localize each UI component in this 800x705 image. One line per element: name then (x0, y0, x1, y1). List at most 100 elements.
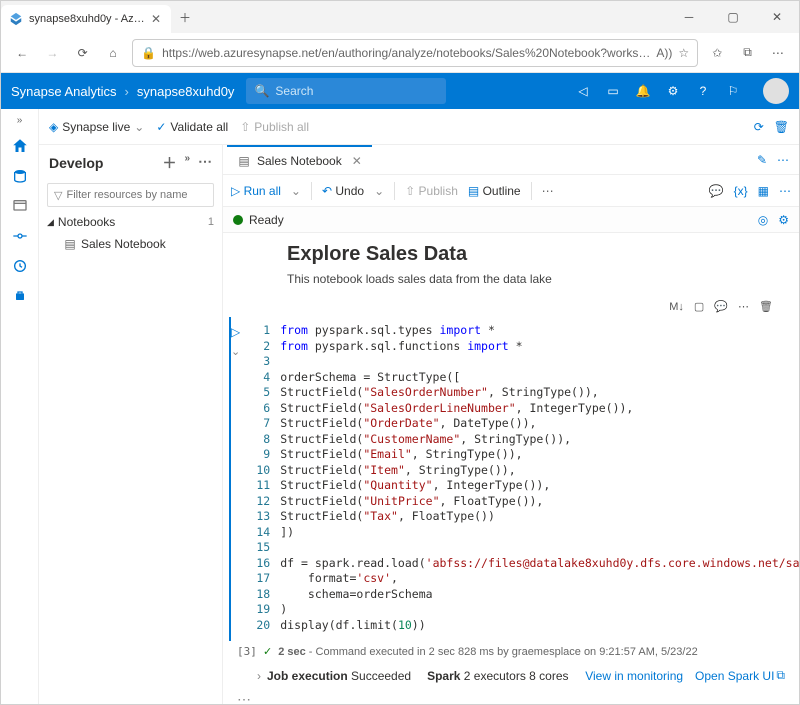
back-button[interactable]: ← (11, 40, 33, 66)
chevron-down-icon[interactable]: ⌄ (374, 184, 384, 198)
add-button[interactable]: ＋ (162, 153, 176, 173)
delete-cell-icon[interactable]: 🗑 (759, 300, 773, 313)
cell-more-icon[interactable]: ⋯ (227, 691, 795, 704)
breadcrumb-workspace[interactable]: synapse8xuhd0y (137, 84, 235, 99)
notebooks-group[interactable]: ◢ Notebooks 1 (39, 211, 222, 233)
gear-icon[interactable]: ⚙ (665, 83, 681, 99)
close-window-button[interactable]: ✕ (755, 1, 799, 33)
refresh-button[interactable]: ⟳ (72, 40, 94, 66)
chevron-down-icon[interactable]: ⌄ (291, 184, 301, 198)
app-header: Synapse Analytics › synapse8xuhd0y 🔍 ◁ ▭… (1, 73, 799, 109)
read-aloud-icon[interactable]: A)) (656, 46, 672, 60)
collections-icon[interactable]: ⧉ (736, 40, 758, 66)
notifications-icon[interactable]: 🔔 (635, 83, 651, 99)
more-icon[interactable]: ⋯ (198, 153, 212, 173)
browser-address-bar: ← → ⟳ ⌂ 🔒 https://web.azuresynapse.net/e… (1, 33, 799, 73)
filter-icon: ▽ (54, 189, 62, 202)
comment-icon[interactable]: 💬 (714, 300, 728, 313)
notebook-icon: ▤ (63, 237, 77, 251)
refresh-icon[interactable]: ⟳ (754, 120, 764, 134)
rail-manage-icon[interactable] (10, 286, 30, 306)
url-text: https://web.azuresynapse.net/en/authorin… (162, 46, 650, 60)
rail-integrate-icon[interactable] (10, 226, 30, 246)
variables-icon[interactable]: {x} (734, 184, 748, 198)
undo-button[interactable]: ↶ Undo (322, 184, 364, 198)
breadcrumb-root[interactable]: Synapse Analytics (11, 84, 117, 99)
more-icon[interactable]: ⋯ (542, 184, 554, 198)
minimize-button[interactable]: ─ (667, 1, 711, 33)
url-box[interactable]: 🔒 https://web.azuresynapse.net/en/author… (132, 39, 698, 67)
gear-icon[interactable]: ⚙ (778, 213, 789, 227)
view-monitoring-link[interactable]: View in monitoring (585, 668, 683, 683)
synapse-live-button[interactable]: ◈ Synapse live ⌄ (49, 120, 144, 134)
run-all-button[interactable]: ▷ Run all (231, 184, 281, 198)
feedback-icon[interactable]: ◁ (575, 83, 591, 99)
convert-md-button[interactable]: M↓ (669, 300, 684, 313)
markdown-cell[interactable]: Explore Sales Data This notebook loads s… (227, 239, 795, 296)
close-icon[interactable]: ✕ (151, 12, 161, 26)
command-bar: ◈ Synapse live ⌄ ✓ Validate all ⇧ Publis… (39, 109, 799, 145)
global-search[interactable]: 🔍 (246, 78, 446, 104)
filter-box[interactable]: ▽ (47, 183, 214, 207)
browser-tab[interactable]: synapse8xuhd0y - Azure Synaps ✕ (1, 5, 171, 33)
browser-titlebar: synapse8xuhd0y - Azure Synaps ✕ ＋ ─ ▢ ✕ (1, 1, 799, 33)
code-editor[interactable]: 1from pyspark.sql.types import *2from py… (240, 321, 799, 635)
develop-pane: Develop ＋ » ⋯ ▽ ◢ Notebooks (39, 145, 223, 704)
run-cell-button[interactable]: ▷ (231, 325, 240, 339)
new-tab-button[interactable]: ＋ (171, 9, 199, 26)
job-row: › Job execution Succeeded Spark 2 execut… (227, 664, 795, 691)
more-icon[interactable]: ⋯ (777, 153, 789, 167)
chevron-right-icon: › (125, 84, 129, 99)
home-icon[interactable]: ⌂ (102, 40, 124, 66)
rail-home-icon[interactable] (10, 136, 30, 156)
open-spark-ui-link[interactable]: Open Spark UI ⧉ (695, 668, 785, 683)
breadcrumb: Synapse Analytics › synapse8xuhd0y (11, 84, 234, 99)
status-text: Ready (249, 213, 284, 227)
whatsnew-icon[interactable]: ⚐ (725, 83, 741, 99)
notebook-document: Explore Sales Data This notebook loads s… (223, 233, 799, 704)
tab-sales-notebook[interactable]: ▤ Sales Notebook ✕ (227, 145, 372, 175)
avatar[interactable] (763, 78, 789, 104)
maximize-button[interactable]: ▢ (711, 1, 755, 33)
notebook-toolbar: ▷ Run all ⌄ ↶ Undo ⌄ ⇧ Publish ▤ Outline… (223, 175, 799, 207)
filter-input[interactable] (66, 189, 208, 201)
delete-icon[interactable]: 🗑 (774, 120, 789, 134)
chevron-down-icon[interactable]: ⌄ (231, 345, 240, 358)
outline-button[interactable]: ▤ Outline (468, 184, 521, 198)
more-icon[interactable]: ⋯ (779, 184, 791, 198)
comments-icon[interactable]: 💬 (709, 184, 724, 198)
menu-icon[interactable]: ⋯ (767, 40, 789, 66)
publish-all-button[interactable]: ⇧ Publish all (240, 120, 309, 134)
rail-monitor-icon[interactable] (10, 256, 30, 276)
help-icon[interactable]: ? (695, 83, 711, 99)
search-icon: 🔍 (254, 84, 269, 98)
rail-develop-icon[interactable] (10, 196, 30, 216)
more-icon[interactable]: ⋯ (738, 300, 749, 313)
search-input[interactable] (275, 84, 438, 98)
resources-icon[interactable]: ▭ (605, 83, 621, 99)
expand-rail-button[interactable]: » (17, 115, 23, 126)
favorite-icon[interactable]: ☆ (678, 46, 689, 60)
chevron-right-icon[interactable]: › (257, 669, 261, 683)
rail-data-icon[interactable] (10, 166, 30, 186)
forward-button: → (41, 40, 63, 66)
notebook-icon: ▤ (237, 154, 251, 168)
tree-item-sales-notebook[interactable]: ▤ Sales Notebook (39, 233, 222, 255)
validate-all-button[interactable]: ✓ Validate all (156, 120, 228, 134)
notebook-desc: This notebook loads sales data from the … (287, 272, 737, 286)
collapse-all-icon[interactable]: » (184, 153, 190, 173)
caret-down-icon: ◢ (47, 217, 54, 228)
cell-toolbar: M↓ ▢ 💬 ⋯ 🗑 (227, 296, 795, 317)
browser-tab-title: synapse8xuhd0y - Azure Synaps (29, 13, 145, 25)
close-tab-icon[interactable]: ✕ (352, 154, 362, 168)
edit-icon[interactable]: ✎ (757, 153, 767, 167)
output-prompt: [3] (237, 645, 257, 658)
favorites-bar-icon[interactable]: ✩ (706, 40, 728, 66)
code-cell[interactable]: ▷ ⌄ 1from pyspark.sql.types import *2fro… (229, 317, 795, 641)
publish-button[interactable]: ⇧ Publish (405, 184, 458, 198)
session-icon[interactable]: ◎ (758, 213, 768, 227)
toggle-output-icon[interactable]: ▢ (694, 300, 704, 313)
chevron-down-icon: ⌄ (134, 120, 144, 134)
kernel-icon[interactable]: ▦ (758, 184, 769, 198)
editor-tabs: ▤ Sales Notebook ✕ ✎ ⋯ (223, 145, 799, 175)
